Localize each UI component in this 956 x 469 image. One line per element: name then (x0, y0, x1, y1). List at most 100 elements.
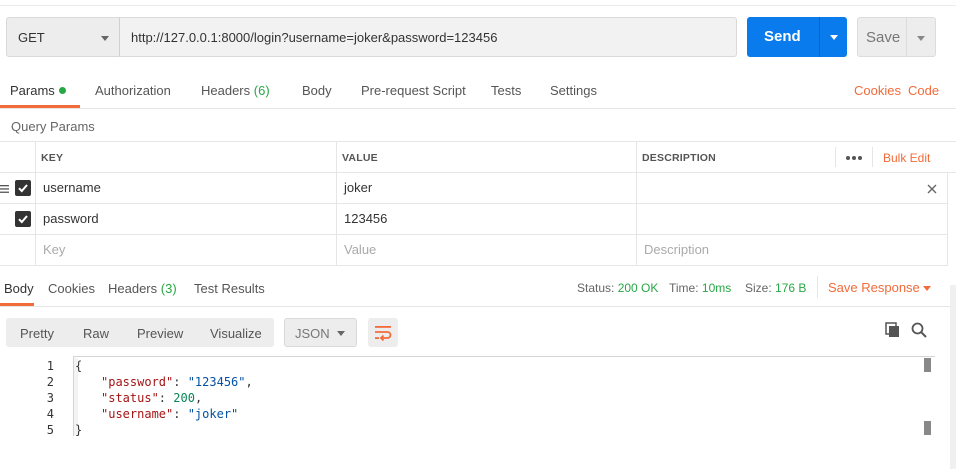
tab-settings[interactable]: Settings (550, 83, 597, 98)
response-tab-cookies[interactable]: Cookies (48, 281, 95, 296)
save-response-button[interactable]: Save Response (828, 280, 920, 295)
tab-headers-label: Headers (201, 83, 251, 98)
bulk-edit-link[interactable]: Bulk Edit (883, 151, 930, 165)
new-description-input[interactable]: Description (644, 242, 709, 257)
table-border (336, 141, 337, 265)
checkmark-icon (18, 215, 28, 224)
json-line: "password": "123456", (101, 375, 253, 389)
delete-row-icon[interactable] (927, 182, 937, 197)
checkmark-icon (18, 184, 28, 193)
copy-icon[interactable] (885, 322, 901, 341)
tab-pre-request-script[interactable]: Pre-request Script (361, 83, 466, 98)
table-border (35, 141, 36, 265)
wrap-lines-icon (375, 326, 392, 341)
table-border (0, 172, 956, 173)
json-key: "username" (101, 407, 174, 421)
wrap-lines-button[interactable] (368, 318, 398, 347)
view-preview[interactable]: Preview (137, 326, 183, 341)
param-key-cell[interactable]: username (43, 180, 101, 195)
new-key-input[interactable]: Key (43, 242, 65, 257)
table-border (0, 265, 948, 266)
table-border (0, 141, 956, 142)
search-icon[interactable] (911, 322, 927, 341)
status-label: Status: (577, 281, 615, 295)
page-scrollbar-track[interactable] (950, 285, 956, 469)
view-raw[interactable]: Raw (83, 326, 109, 341)
scrollbar-thumb[interactable] (924, 358, 931, 372)
json-close-brace: } (75, 423, 83, 437)
table-border (947, 172, 948, 265)
tab-headers[interactable]: Headers (6) (201, 83, 270, 98)
scrollbar-marker[interactable] (924, 421, 931, 435)
line-number: 2 (46, 375, 54, 389)
method-label: GET (18, 30, 45, 45)
json-key: "status" (101, 391, 159, 405)
save-options-button[interactable] (907, 17, 936, 57)
tab-tests[interactable]: Tests (491, 83, 521, 98)
line-number: 3 (46, 391, 54, 405)
column-header-value: VALUE (342, 152, 378, 164)
chevron-down-icon (101, 36, 109, 41)
param-key-cell[interactable]: password (43, 211, 99, 226)
chevron-down-icon[interactable] (923, 286, 931, 291)
time-value: 10ms (701, 281, 732, 295)
line-number: 4 (46, 407, 54, 421)
send-label: Send (764, 28, 801, 45)
format-select[interactable]: JSON (284, 318, 357, 347)
size-label: Size: (745, 281, 772, 295)
row-checkbox[interactable] (15, 180, 31, 196)
view-visualize[interactable]: Visualize (210, 326, 262, 341)
status-readout: Status: 200 OK (577, 281, 658, 295)
table-border (872, 147, 873, 167)
new-value-input[interactable]: Value (344, 242, 376, 257)
status-value: 200 OK (617, 281, 659, 295)
params-active-dot (58, 87, 66, 94)
url-input[interactable]: http://127.0.0.1:8000/login?username=jok… (119, 17, 737, 57)
json-open-brace: { (75, 359, 83, 373)
code-link[interactable]: Code (908, 83, 939, 98)
save-button[interactable]: Save (857, 17, 907, 57)
time-label: Time: (669, 281, 699, 295)
chevron-down-icon (917, 36, 925, 41)
table-border (835, 147, 836, 167)
more-options-icon[interactable] (845, 150, 863, 165)
url-text: http://127.0.0.1:8000/login?username=jok… (131, 30, 498, 45)
status-divider (817, 276, 818, 298)
cookies-link[interactable]: Cookies (854, 83, 901, 98)
tab-authorization[interactable]: Authorization (95, 83, 171, 98)
send-options-button[interactable] (819, 17, 847, 57)
json-value: 200 (173, 391, 195, 405)
column-header-key: KEY (41, 152, 64, 164)
table-border (0, 203, 948, 204)
drag-handle-icon[interactable] (0, 182, 10, 197)
tab-params[interactable]: Params (10, 83, 66, 98)
chevron-down-icon (337, 331, 345, 336)
chevron-down-icon (830, 35, 838, 40)
table-border (0, 234, 948, 235)
view-mode-segmented-control: Pretty Raw Preview Visualize (6, 318, 274, 347)
response-tab-body[interactable]: Body (4, 281, 34, 296)
tabs-divider (0, 108, 956, 109)
query-params-title: Query Params (11, 119, 95, 134)
response-tab-headers-label: Headers (108, 281, 158, 296)
line-number: 1 (46, 359, 54, 373)
response-tab-headers[interactable]: Headers (3) (108, 281, 177, 296)
method-select[interactable]: GET (6, 17, 120, 57)
line-number: 5 (46, 423, 54, 437)
response-tab-test-results[interactable]: Test Results (194, 281, 265, 296)
top-divider (0, 0, 956, 6)
row-checkbox[interactable] (15, 211, 31, 227)
param-value-cell[interactable]: joker (344, 180, 372, 195)
editor-top-border (73, 356, 935, 357)
headers-count: (6) (253, 83, 270, 98)
column-header-description: DESCRIPTION (642, 152, 716, 164)
save-response-label: Save Response (828, 280, 920, 295)
tab-params-label: Params (10, 83, 55, 98)
send-button[interactable]: Send (747, 17, 819, 57)
table-border (636, 141, 637, 265)
view-pretty[interactable]: Pretty (20, 326, 54, 341)
json-comma: , (245, 375, 253, 389)
tab-body[interactable]: Body (302, 83, 332, 98)
save-label: Save (866, 29, 901, 46)
param-value-cell[interactable]: 123456 (344, 211, 387, 226)
